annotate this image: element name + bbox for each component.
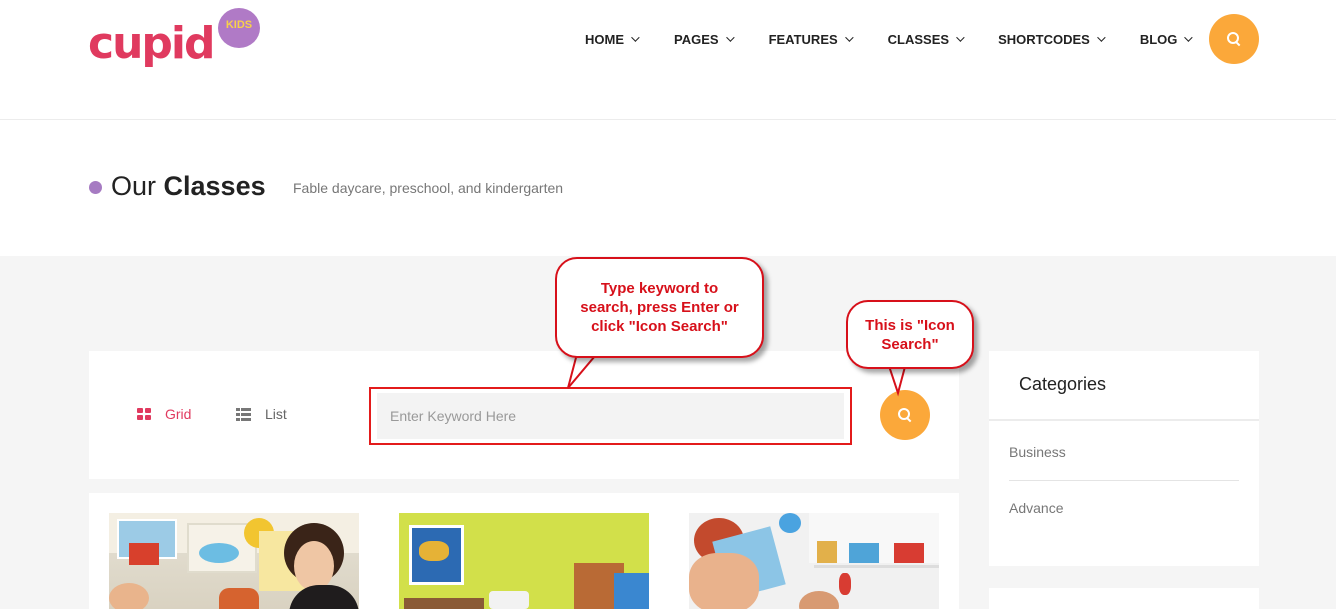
nav-item-blog[interactable]: BLOG bbox=[1139, 30, 1194, 48]
category-item-advance[interactable]: Advance bbox=[1009, 500, 1063, 516]
icon-search-button[interactable] bbox=[880, 390, 930, 440]
class-thumbnail[interactable] bbox=[399, 513, 649, 609]
chevron-down-icon bbox=[725, 33, 735, 42]
keyword-search-input[interactable] bbox=[377, 393, 844, 439]
title-bullet-dot bbox=[89, 181, 102, 194]
page-subtitle: Fable daycare, preschool, and kindergart… bbox=[293, 180, 564, 196]
keyword-search-highlight bbox=[369, 387, 852, 445]
category-item-business[interactable]: Business bbox=[1009, 444, 1066, 460]
chevron-down-icon bbox=[1184, 33, 1194, 42]
header-search-button[interactable] bbox=[1209, 14, 1259, 64]
site-logo[interactable]: cupid KIDS bbox=[88, 8, 268, 78]
nav-item-home[interactable]: HOME bbox=[585, 30, 640, 48]
nav-item-label: PAGES bbox=[674, 31, 719, 47]
callout-icon-hint: This is "Icon Search" bbox=[846, 300, 974, 369]
view-list-toggle[interactable]: List bbox=[236, 406, 287, 422]
divider bbox=[989, 419, 1259, 421]
callout-keyword-hint: Type keyword to search, press Enter or c… bbox=[555, 257, 764, 358]
categories-title: Categories bbox=[1019, 374, 1107, 394]
view-grid-label: Grid bbox=[165, 406, 192, 422]
main-nav: HOME PAGES FEATURES CLASSES SHORTCODES B… bbox=[585, 30, 1194, 48]
page-title: Our Classes bbox=[111, 171, 266, 202]
search-icon bbox=[898, 408, 912, 422]
page-title-light: Our bbox=[111, 171, 164, 201]
nav-item-label: BLOG bbox=[1139, 31, 1178, 47]
nav-item-label: FEATURES bbox=[768, 31, 838, 47]
nav-item-pages[interactable]: PAGES bbox=[674, 30, 735, 48]
list-view-icon bbox=[236, 408, 251, 421]
class-thumbnail[interactable] bbox=[109, 513, 359, 609]
logo-kids-bubble: KIDS bbox=[218, 8, 260, 48]
nav-item-shortcodes[interactable]: SHORTCODES bbox=[998, 30, 1106, 48]
nav-item-label: HOME bbox=[585, 31, 624, 47]
divider bbox=[1009, 480, 1239, 481]
view-grid-toggle[interactable]: Grid bbox=[137, 406, 191, 422]
nav-item-classes[interactable]: CLASSES bbox=[887, 30, 965, 48]
chevron-down-icon bbox=[956, 33, 965, 42]
nav-item-features[interactable]: FEATURES bbox=[768, 30, 854, 48]
logo-wordmark: cupid bbox=[88, 18, 215, 69]
sidebar-widget-2 bbox=[989, 588, 1259, 609]
nav-item-label: SHORTCODES bbox=[998, 31, 1090, 47]
page-title-bold: Classes bbox=[163, 171, 266, 201]
chevron-down-icon bbox=[844, 33, 854, 42]
chevron-down-icon bbox=[631, 33, 640, 42]
site-header: cupid KIDS HOME PAGES FEATURES CLASSES S… bbox=[0, 0, 1336, 120]
grid-view-icon bbox=[137, 408, 151, 420]
search-icon bbox=[1227, 32, 1241, 46]
view-list-label: List bbox=[265, 406, 287, 422]
logo-badge-text: KIDS bbox=[225, 19, 253, 31]
class-thumbnail[interactable] bbox=[689, 513, 939, 609]
nav-item-label: CLASSES bbox=[887, 31, 950, 47]
chevron-down-icon bbox=[1096, 33, 1106, 42]
